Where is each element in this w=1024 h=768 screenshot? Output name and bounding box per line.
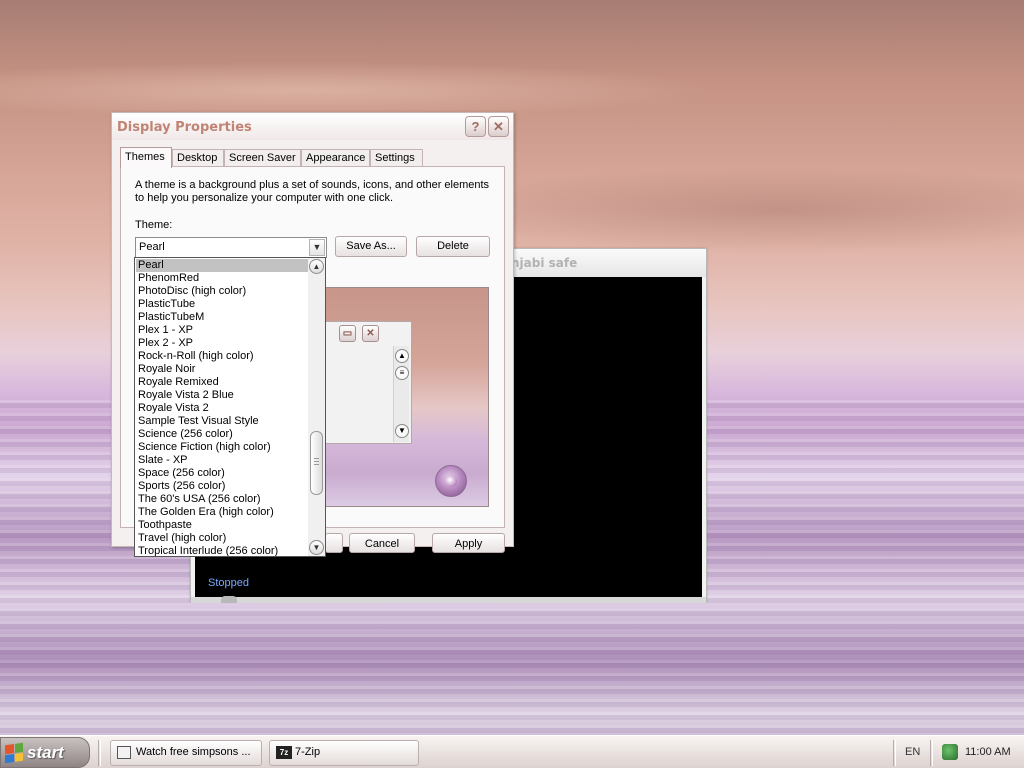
save-as-button[interactable]: Save As... bbox=[335, 236, 407, 257]
preview-sample-window: ▭ ✕ ▲ ≡ ▼ bbox=[312, 321, 412, 444]
theme-description: A theme is a background plus a set of so… bbox=[135, 179, 490, 204]
list-item[interactable]: Tropical Interlude (256 color) bbox=[136, 545, 308, 556]
chevron-down-icon[interactable]: ▼ bbox=[309, 239, 325, 256]
list-item[interactable]: Sports (256 color) bbox=[136, 480, 308, 493]
list-item[interactable]: Plex 1 - XP bbox=[136, 324, 308, 337]
dropdown-scrollbar[interactable]: ▲ ▼ bbox=[308, 258, 325, 556]
list-item[interactable]: Pearl bbox=[136, 259, 308, 272]
close-button[interactable]: ✕ bbox=[488, 116, 509, 137]
tab-screen-saver[interactable]: Screen Saver bbox=[224, 149, 301, 167]
tab-appearance[interactable]: Appearance bbox=[301, 149, 370, 167]
list-item[interactable]: PlasticTube bbox=[136, 298, 308, 311]
preview-scroll-down-icon: ▼ bbox=[395, 424, 409, 438]
taskbar-separator bbox=[98, 740, 101, 766]
list-item[interactable]: Royale Noir bbox=[136, 363, 308, 376]
list-item[interactable]: Travel (high color) bbox=[136, 532, 308, 545]
theme-dropdown-list[interactable]: Pearl PhenomRed PhotoDisc (high color) P… bbox=[134, 257, 326, 557]
ok-button[interactable]: OK bbox=[325, 533, 343, 553]
list-item[interactable]: Slate - XP bbox=[136, 454, 308, 467]
media-status-text: Stopped bbox=[208, 577, 249, 589]
apply-button[interactable]: Apply bbox=[432, 533, 505, 553]
media-volume-handle[interactable] bbox=[221, 596, 237, 603]
list-item[interactable]: The Golden Era (high color) bbox=[136, 506, 308, 519]
tab-settings[interactable]: Settings bbox=[370, 149, 423, 167]
tab-desktop[interactable]: Desktop bbox=[172, 149, 224, 167]
network-tray-icon[interactable] bbox=[942, 744, 958, 760]
task-label: Watch free simpsons ... bbox=[136, 746, 251, 758]
scroll-up-icon[interactable]: ▲ bbox=[309, 259, 324, 274]
list-item[interactable]: PhenomRed bbox=[136, 272, 308, 285]
list-item[interactable]: Sample Test Visual Style bbox=[136, 415, 308, 428]
cancel-button[interactable]: Cancel bbox=[349, 533, 415, 553]
preview-scrollbar: ▲ ≡ ▼ bbox=[393, 346, 409, 442]
list-item[interactable]: PlasticTubeM bbox=[136, 311, 308, 324]
list-item[interactable]: The 60's USA (256 color) bbox=[136, 493, 308, 506]
delete-button[interactable]: Delete bbox=[416, 236, 490, 257]
dialog-title-bar[interactable]: Display Properties ? ✕ bbox=[112, 113, 513, 140]
clock[interactable]: 11:00 AM bbox=[965, 746, 1011, 758]
list-item[interactable]: Rock-n-Roll (high color) bbox=[136, 350, 308, 363]
tray-separator bbox=[893, 740, 896, 766]
list-item[interactable]: PhotoDisc (high color) bbox=[136, 285, 308, 298]
preview-orb-icon bbox=[435, 465, 467, 497]
start-button[interactable]: start bbox=[0, 737, 90, 768]
theme-label: Theme: bbox=[135, 219, 173, 231]
list-item[interactable]: Toothpaste bbox=[136, 519, 308, 532]
tray-separator bbox=[930, 740, 933, 766]
scroll-thumb[interactable] bbox=[310, 431, 323, 495]
list-item[interactable]: Science Fiction (high color) bbox=[136, 441, 308, 454]
list-item[interactable]: Plex 2 - XP bbox=[136, 337, 308, 350]
taskbar: start Watch free simpsons ... 7z 7-Zip E… bbox=[0, 735, 1024, 768]
task-button-simpsons[interactable]: Watch free simpsons ... bbox=[110, 740, 262, 766]
seven-zip-icon: 7z bbox=[276, 746, 292, 759]
list-item[interactable]: Royale Remixed bbox=[136, 376, 308, 389]
list-item[interactable]: Royale Vista 2 bbox=[136, 402, 308, 415]
scroll-down-icon[interactable]: ▼ bbox=[309, 540, 324, 555]
tab-themes[interactable]: Themes bbox=[120, 147, 172, 168]
task-button-7zip[interactable]: 7z 7-Zip bbox=[269, 740, 419, 766]
preview-scroll-thumb-icon: ≡ bbox=[395, 366, 409, 380]
windows-logo-icon bbox=[5, 742, 23, 764]
dialog-title: Display Properties bbox=[117, 120, 252, 135]
theme-select-value: Pearl bbox=[139, 241, 165, 253]
list-item[interactable]: Royale Vista 2 Blue bbox=[136, 389, 308, 402]
theme-select[interactable]: Pearl ▼ bbox=[135, 237, 327, 258]
language-indicator[interactable]: EN bbox=[905, 746, 920, 758]
preview-maximize-icon: ▭ bbox=[339, 325, 356, 342]
help-button[interactable]: ? bbox=[465, 116, 486, 137]
start-label: start bbox=[27, 743, 64, 762]
preview-scroll-up-icon: ▲ bbox=[395, 349, 409, 363]
media-controls-bar bbox=[191, 597, 706, 603]
list-item[interactable]: Science (256 color) bbox=[136, 428, 308, 441]
window-icon bbox=[117, 746, 131, 759]
task-label: 7-Zip bbox=[295, 746, 321, 758]
list-item[interactable]: Space (256 color) bbox=[136, 467, 308, 480]
preview-close-icon: ✕ bbox=[362, 325, 379, 342]
